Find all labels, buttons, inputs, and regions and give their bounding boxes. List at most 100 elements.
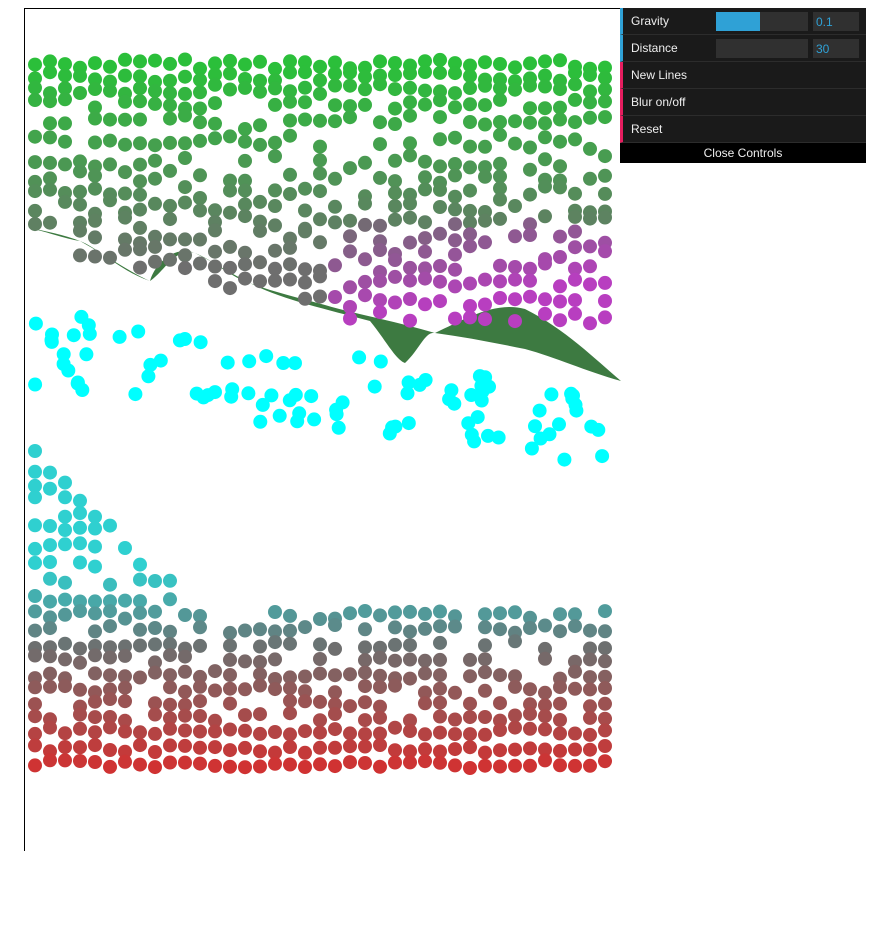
particle (403, 671, 417, 686)
particle (493, 127, 507, 142)
particle (283, 240, 297, 255)
particle (448, 279, 462, 294)
particle (433, 226, 447, 241)
particle (43, 465, 57, 480)
particle (433, 110, 447, 125)
particle (253, 639, 267, 654)
close-controls-button[interactable]: Close Controls (620, 143, 866, 163)
particle (433, 294, 447, 309)
particle (253, 255, 267, 270)
blur-toggle-button[interactable]: Blur on/off (620, 89, 866, 116)
particle (328, 66, 342, 81)
particle (478, 169, 492, 184)
particle (133, 605, 147, 620)
particle (208, 683, 222, 698)
new-lines-button[interactable]: New Lines (620, 62, 866, 89)
particle (88, 738, 102, 753)
particle (313, 694, 327, 709)
particle (532, 403, 547, 418)
particle (478, 652, 492, 667)
particle (43, 649, 57, 664)
particle (28, 57, 42, 72)
particle (193, 85, 207, 100)
particle (133, 622, 147, 637)
particle (73, 223, 87, 238)
particle (388, 605, 402, 620)
particle (208, 244, 222, 259)
particle (148, 665, 162, 680)
particle (238, 57, 252, 72)
particle (478, 312, 492, 327)
particle (523, 261, 537, 276)
particle (553, 180, 567, 195)
particle (103, 650, 117, 665)
particle (208, 116, 222, 131)
reset-button[interactable]: Reset (620, 116, 866, 143)
particle (148, 707, 162, 722)
particle (583, 742, 597, 757)
particle (238, 740, 252, 755)
particle (313, 153, 327, 168)
particle (523, 187, 537, 202)
particle (223, 53, 237, 68)
particle (523, 101, 537, 116)
particle (73, 184, 87, 199)
particle (448, 217, 462, 232)
particle (253, 414, 268, 429)
particle (598, 244, 612, 259)
particle (238, 682, 252, 697)
gravity-slider[interactable] (716, 12, 808, 31)
particle (373, 650, 387, 665)
particle (388, 153, 402, 168)
particle (43, 753, 57, 768)
particle (358, 640, 372, 655)
particle (583, 758, 597, 773)
particle (598, 723, 612, 738)
particle (568, 293, 582, 308)
particle (373, 680, 387, 694)
particle (148, 153, 162, 168)
distance-slider[interactable] (716, 39, 808, 58)
particle (553, 250, 567, 264)
particle (343, 755, 357, 770)
particle (493, 668, 507, 683)
particle (148, 726, 162, 741)
particle (193, 709, 207, 723)
particle (568, 209, 582, 224)
particle (238, 708, 252, 723)
particle (283, 681, 297, 696)
simulation-canvas[interactable] (24, 8, 621, 851)
particle (598, 310, 612, 325)
particle (568, 726, 582, 741)
particle (373, 115, 387, 130)
particle (418, 653, 432, 668)
particle (28, 555, 42, 570)
particle (28, 464, 42, 479)
particle (358, 274, 372, 289)
particle (508, 114, 522, 129)
particle (43, 481, 57, 496)
particle (283, 608, 297, 623)
particle (463, 239, 477, 254)
particle (163, 668, 177, 683)
gravity-input[interactable] (813, 12, 859, 31)
particle (88, 648, 102, 663)
particle (538, 753, 552, 768)
particle (523, 721, 537, 736)
particle-svg (25, 52, 621, 775)
distance-input[interactable] (813, 39, 859, 58)
particle (163, 163, 177, 178)
particle (178, 261, 192, 276)
particle (569, 403, 584, 418)
particle (313, 113, 327, 128)
particle (58, 726, 72, 741)
particle (553, 229, 567, 244)
particle (403, 66, 417, 81)
particle (103, 604, 117, 619)
particle (388, 678, 402, 693)
particle (598, 294, 612, 308)
particle (403, 638, 417, 653)
particle (148, 621, 162, 635)
particle (328, 78, 342, 93)
particle (493, 92, 507, 107)
